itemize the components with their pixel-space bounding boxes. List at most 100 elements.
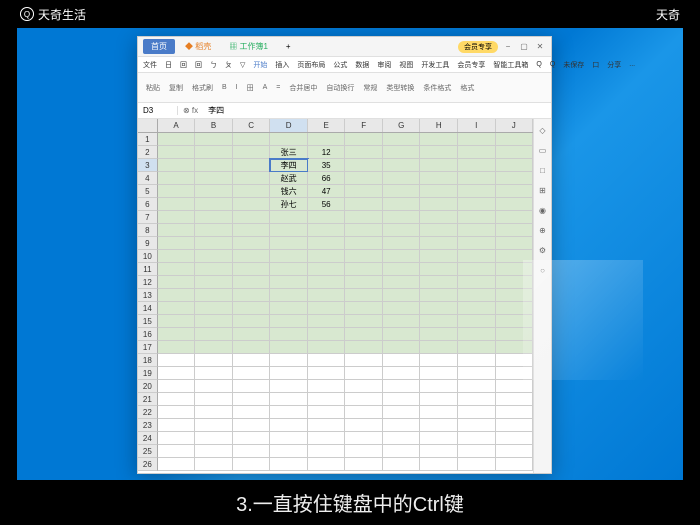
cell-D10[interactable] <box>270 250 308 263</box>
cell-E11[interactable] <box>308 263 346 276</box>
cell-E16[interactable] <box>308 328 346 341</box>
cell-F7[interactable] <box>345 211 383 224</box>
cell-D16[interactable] <box>270 328 308 341</box>
menu-item-2[interactable]: 回 <box>180 60 187 70</box>
cell-J25[interactable] <box>496 445 533 458</box>
cell-F24[interactable] <box>345 432 383 445</box>
cell-B3[interactable] <box>195 159 233 172</box>
cell-H12[interactable] <box>420 276 458 289</box>
cell-J2[interactable] <box>496 146 533 159</box>
row-header-23[interactable]: 23 <box>138 419 158 432</box>
cell-J16[interactable] <box>496 328 533 341</box>
cell-H10[interactable] <box>420 250 458 263</box>
cell-F18[interactable] <box>345 354 383 367</box>
toolbar-item-5[interactable]: 田 <box>244 83 257 93</box>
cell-E25[interactable] <box>308 445 346 458</box>
row-header-24[interactable]: 24 <box>138 432 158 445</box>
cell-F6[interactable] <box>345 198 383 211</box>
cell-I25[interactable] <box>458 445 496 458</box>
cell-E1[interactable] <box>308 133 346 146</box>
cell-I19[interactable] <box>458 367 496 380</box>
cell-H9[interactable] <box>420 237 458 250</box>
tab-home[interactable]: 首页 <box>143 39 175 54</box>
cell-F2[interactable] <box>345 146 383 159</box>
cell-B16[interactable] <box>195 328 233 341</box>
cell-C3[interactable] <box>233 159 271 172</box>
cell-J11[interactable] <box>496 263 533 276</box>
cell-D13[interactable] <box>270 289 308 302</box>
menu-item-8[interactable]: 插入 <box>275 60 289 70</box>
panel-icon-6[interactable]: ⚙ <box>537 244 549 256</box>
toolbar-item-3[interactable]: B <box>219 84 230 91</box>
cell-H17[interactable] <box>420 341 458 354</box>
cell-I14[interactable] <box>458 302 496 315</box>
cell-D3[interactable]: 李四 <box>270 159 308 172</box>
cell-I18[interactable] <box>458 354 496 367</box>
cell-H23[interactable] <box>420 419 458 432</box>
cell-G4[interactable] <box>383 172 421 185</box>
cell-F14[interactable] <box>345 302 383 315</box>
cell-G5[interactable] <box>383 185 421 198</box>
cell-E23[interactable] <box>308 419 346 432</box>
row-header-11[interactable]: 11 <box>138 263 158 276</box>
toolbar-item-13[interactable]: 格式 <box>457 83 477 93</box>
panel-icon-7[interactable]: ○ <box>537 264 549 276</box>
cell-I26[interactable] <box>458 458 496 471</box>
cell-E21[interactable] <box>308 393 346 406</box>
cell-C12[interactable] <box>233 276 271 289</box>
row-header-3[interactable]: 3 <box>138 159 158 172</box>
toolbar-item-0[interactable]: 粘贴 <box>143 83 163 93</box>
cell-I12[interactable] <box>458 276 496 289</box>
cell-G22[interactable] <box>383 406 421 419</box>
cell-E26[interactable] <box>308 458 346 471</box>
cell-E8[interactable] <box>308 224 346 237</box>
cell-A11[interactable] <box>158 263 196 276</box>
column-header-H[interactable]: H <box>420 119 458 132</box>
cell-F12[interactable] <box>345 276 383 289</box>
cell-B8[interactable] <box>195 224 233 237</box>
cell-D24[interactable] <box>270 432 308 445</box>
cell-C4[interactable] <box>233 172 271 185</box>
cell-B19[interactable] <box>195 367 233 380</box>
cell-F4[interactable] <box>345 172 383 185</box>
cell-A7[interactable] <box>158 211 196 224</box>
cell-I3[interactable] <box>458 159 496 172</box>
cell-D23[interactable] <box>270 419 308 432</box>
cell-A1[interactable] <box>158 133 196 146</box>
cell-E18[interactable] <box>308 354 346 367</box>
cell-E2[interactable]: 12 <box>308 146 346 159</box>
cell-G23[interactable] <box>383 419 421 432</box>
cell-J10[interactable] <box>496 250 533 263</box>
cell-D14[interactable] <box>270 302 308 315</box>
cell-J19[interactable] <box>496 367 533 380</box>
row-header-5[interactable]: 5 <box>138 185 158 198</box>
cell-I21[interactable] <box>458 393 496 406</box>
panel-icon-2[interactable]: □ <box>537 164 549 176</box>
cell-F8[interactable] <box>345 224 383 237</box>
cell-E20[interactable] <box>308 380 346 393</box>
cell-G15[interactable] <box>383 315 421 328</box>
cell-I5[interactable] <box>458 185 496 198</box>
cell-E19[interactable] <box>308 367 346 380</box>
row-header-2[interactable]: 2 <box>138 146 158 159</box>
row-header-14[interactable]: 14 <box>138 302 158 315</box>
cell-G6[interactable] <box>383 198 421 211</box>
cell-I2[interactable] <box>458 146 496 159</box>
cell-F23[interactable] <box>345 419 383 432</box>
cell-A13[interactable] <box>158 289 196 302</box>
cell-C18[interactable] <box>233 354 271 367</box>
cell-B7[interactable] <box>195 211 233 224</box>
cell-A2[interactable] <box>158 146 196 159</box>
spreadsheet-grid[interactable]: ABCDEFGHIJ12张三123李四354赵武665钱六476孙七567891… <box>138 119 533 473</box>
cell-A15[interactable] <box>158 315 196 328</box>
cell-D18[interactable] <box>270 354 308 367</box>
row-header-18[interactable]: 18 <box>138 354 158 367</box>
cell-F9[interactable] <box>345 237 383 250</box>
row-header-22[interactable]: 22 <box>138 406 158 419</box>
cell-C22[interactable] <box>233 406 271 419</box>
menu-item-17[interactable]: Q <box>536 61 541 68</box>
cell-B13[interactable] <box>195 289 233 302</box>
toolbar-item-10[interactable]: 常规 <box>360 83 380 93</box>
formula-input[interactable]: 李四 <box>203 105 551 116</box>
cell-E4[interactable]: 66 <box>308 172 346 185</box>
